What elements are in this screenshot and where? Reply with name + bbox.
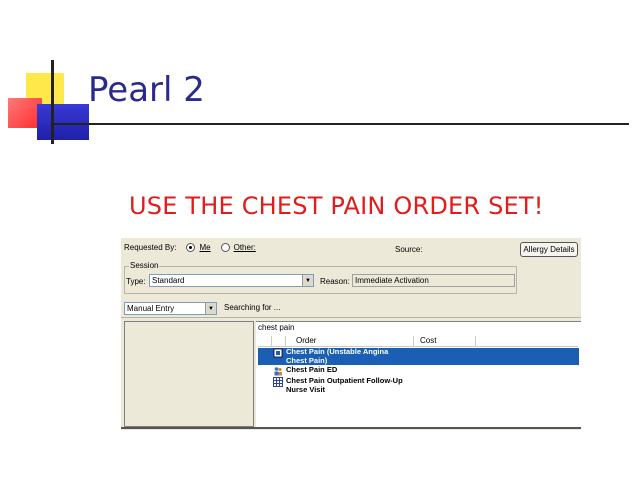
search-results-panel: chest pain Order Cost Chest Pain (Unstab… <box>256 321 581 427</box>
other-label[interactable]: Other: <box>234 243 256 252</box>
source-label: Source: <box>395 245 423 254</box>
entry-mode-value: Manual Entry <box>127 304 175 313</box>
grid-icon <box>272 377 284 394</box>
chevron-down-icon[interactable]: ▼ <box>302 275 313 286</box>
allergy-details-button[interactable]: Allergy Details <box>520 242 578 257</box>
entry-mode-select[interactable]: Manual Entry ▼ <box>124 302 217 315</box>
header-spacer <box>258 336 272 347</box>
requested-by-label: Requested By: <box>124 243 177 252</box>
chevron-down-icon[interactable]: ▼ <box>205 303 216 314</box>
order-column-header[interactable]: Order <box>286 336 414 347</box>
searching-label: Searching for ... <box>224 303 281 312</box>
people-icon <box>272 366 284 376</box>
results-header: Order Cost <box>258 336 578 347</box>
result-row[interactable]: Chest Pain Outpatient Follow-Up Nurse Vi… <box>258 376 579 394</box>
session-legend: Session <box>129 261 160 270</box>
decor-horizontal-line <box>54 123 629 125</box>
type-label: Type: <box>126 277 146 286</box>
other-radio[interactable] <box>220 243 230 252</box>
result-row[interactable]: Chest Pain ED <box>258 365 579 376</box>
slide-headline: USE THE CHEST PAIN ORDER SET! <box>129 192 544 220</box>
type-value: Standard <box>152 276 185 285</box>
session-group: Session Type: Standard ▼ Reason: Immedia… <box>124 261 517 294</box>
header-icon-col <box>272 336 286 347</box>
cost-column-header[interactable]: Cost <box>414 336 476 347</box>
left-list-panel[interactable] <box>124 321 254 427</box>
slide-title: Pearl 2 <box>88 70 205 110</box>
result-label: Chest Pain (Unstable Angina Chest Pain) <box>286 347 389 365</box>
decor-blue-square <box>37 104 89 140</box>
result-row[interactable]: Chest Pain (Unstable Angina Chest Pain) <box>258 347 579 365</box>
result-label: Chest Pain ED <box>286 365 338 374</box>
me-label[interactable]: Me <box>199 243 210 252</box>
order-entry-window: Requested By: Me Other: Source: Allergy … <box>121 238 581 430</box>
reason-field[interactable]: Immediate Activation <box>352 274 515 287</box>
bottom-border <box>121 427 581 429</box>
me-radio[interactable] <box>186 243 196 252</box>
decor-vertical-line <box>51 60 54 144</box>
result-label: Chest Pain Outpatient Follow-Up Nurse Vi… <box>286 376 403 394</box>
requested-by-row: Requested By: Me Other: <box>124 243 256 252</box>
search-input[interactable]: chest pain <box>258 323 294 332</box>
order-set-icon <box>272 348 284 365</box>
divider <box>121 317 581 318</box>
reason-label: Reason: <box>320 277 350 286</box>
type-select[interactable]: Standard ▼ <box>149 274 314 287</box>
